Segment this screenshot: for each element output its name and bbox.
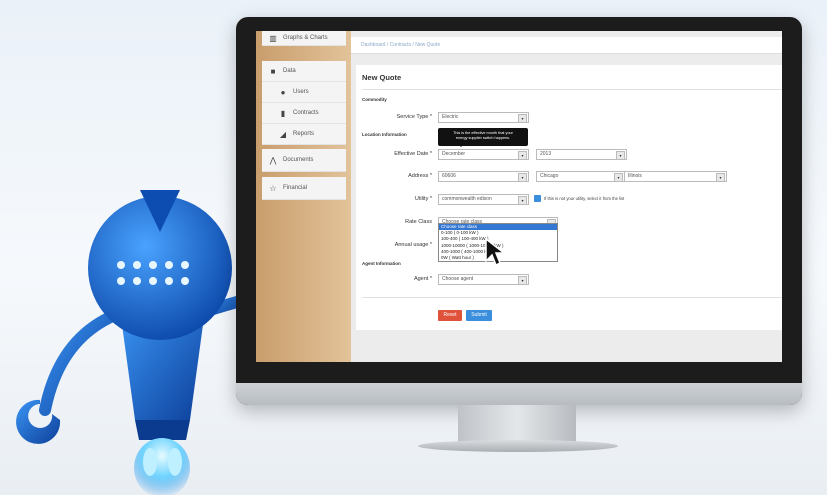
info-icon[interactable] bbox=[534, 195, 541, 202]
effective-date-label: Effective Date * bbox=[394, 151, 432, 157]
agent-label: Agent * bbox=[413, 276, 432, 282]
utility-label: Utility * bbox=[414, 196, 432, 202]
sidebar-item-graphs[interactable]: ▥ Graphs & Charts bbox=[262, 31, 346, 46]
breadcrumb-current: New Quote bbox=[415, 42, 441, 48]
effective-date-tooltip: This is the effective month that your en… bbox=[438, 128, 528, 147]
sidebar-item-users[interactable]: ● Users bbox=[262, 82, 346, 103]
zip-input[interactable]: 60606 ▾ bbox=[438, 171, 529, 182]
bookmark-icon: ▮ bbox=[280, 108, 286, 118]
chevron-down-icon: ▾ bbox=[518, 173, 527, 182]
utility-select[interactable]: commonwealth edison ▾ bbox=[438, 194, 529, 205]
sidebar: ▥ Graphs & Charts ■ Data ● Users ▮ Contracts… bbox=[256, 31, 351, 362]
new-quote-form: New Quote Commodity Service Type * Elect… bbox=[356, 65, 782, 330]
sidebar-item-financial[interactable]: ☆ Financial bbox=[262, 177, 346, 200]
mouse-cursor-icon bbox=[485, 237, 504, 267]
folder-icon: ■ bbox=[270, 66, 276, 76]
utility-note: If this is not your utility, select it f… bbox=[544, 196, 625, 201]
sidebar-item-documents[interactable]: ⋀ Documents bbox=[262, 149, 346, 172]
annual-usage-label: Annual usage * bbox=[394, 242, 432, 248]
sidebar-item-reports[interactable]: ◢ Reports bbox=[262, 124, 346, 145]
section-commodity: Commodity bbox=[362, 97, 387, 102]
chevron-down-icon: ▾ bbox=[518, 276, 527, 285]
chevron-down-icon: ▾ bbox=[518, 196, 527, 205]
chevron-down-icon: ▾ bbox=[614, 173, 623, 182]
chevron-down-icon: ▾ bbox=[518, 151, 527, 160]
report-icon: ◢ bbox=[279, 129, 287, 139]
monitor-chin bbox=[236, 383, 802, 405]
submit-button[interactable]: Submit bbox=[466, 310, 492, 321]
chart-icon: ▥ bbox=[269, 33, 277, 43]
section-location: Location Information bbox=[362, 132, 407, 137]
rate-class-label: Rate Class bbox=[405, 219, 432, 225]
main-content: Dashboard / Contracts / New Quote New Qu… bbox=[351, 31, 782, 362]
chevron-down-icon: ▾ bbox=[616, 151, 625, 160]
service-type-select[interactable]: Electric ▾ bbox=[438, 112, 529, 123]
sidebar-item-contracts[interactable]: ▮ Contracts bbox=[262, 103, 346, 124]
effective-year-select[interactable]: 2013 ▾ bbox=[536, 149, 627, 160]
monitor: ▥ Graphs & Charts ■ Data ● Users ▮ Contracts… bbox=[236, 17, 802, 405]
city-select[interactable]: Chicago ▾ bbox=[536, 171, 625, 182]
chevron-down-icon: ▾ bbox=[518, 114, 527, 123]
breadcrumb: Dashboard / Contracts / New Quote bbox=[351, 37, 782, 54]
monitor-base bbox=[418, 440, 618, 452]
chevron-down-icon: ▾ bbox=[716, 173, 725, 182]
section-agent: Agent Information bbox=[362, 261, 401, 266]
share-icon: ⋀ bbox=[269, 155, 277, 165]
page-title: New Quote bbox=[362, 73, 402, 82]
effective-month-select[interactable]: December ▾ bbox=[438, 149, 529, 160]
star-icon: ☆ bbox=[269, 183, 277, 193]
sidebar-item-data[interactable]: ■ Data bbox=[262, 61, 346, 82]
reset-button[interactable]: Reset bbox=[438, 310, 462, 321]
breadcrumb-dashboard[interactable]: Dashboard bbox=[361, 42, 385, 48]
breadcrumb-contracts[interactable]: Contracts bbox=[390, 42, 411, 48]
user-icon: ● bbox=[280, 87, 286, 97]
address-label: Address * bbox=[408, 173, 432, 179]
agent-select[interactable]: Choose agent ▾ bbox=[438, 274, 529, 285]
state-select[interactable]: Illinois ▾ bbox=[624, 171, 727, 182]
service-type-label: Service Type * bbox=[396, 114, 432, 120]
app-screen: ▥ Graphs & Charts ■ Data ● Users ▮ Contracts… bbox=[256, 31, 782, 362]
